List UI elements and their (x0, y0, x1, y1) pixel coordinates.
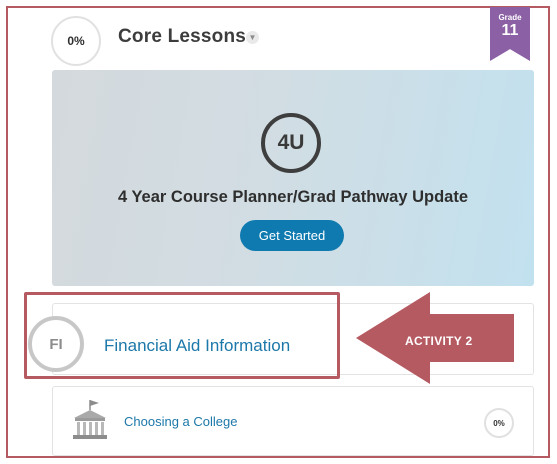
grade-label: Grade (498, 13, 522, 22)
grade-value: 11 (501, 22, 519, 39)
featured-lesson-card: 4U 4 Year Course Planner/Grad Pathway Up… (52, 70, 534, 286)
get-started-button[interactable]: Get Started (240, 220, 344, 251)
lesson-title-link[interactable]: Choosing a College (124, 414, 237, 429)
course-planner-badge: 4U (261, 113, 321, 173)
course-badge-text: 4U (277, 131, 305, 154)
chevron-down-icon[interactable]: ▼ (246, 31, 259, 44)
featured-lesson-title: 4 Year Course Planner/Grad Pathway Updat… (118, 188, 468, 206)
lesson-progress-value: 0% (493, 418, 505, 428)
college-building-icon (73, 400, 107, 439)
lesson-progress-indicator: 0% (484, 408, 514, 438)
section-progress-value: 0% (67, 34, 85, 48)
annotation-highlight-box (24, 292, 340, 379)
section-progress-indicator: 0% (51, 16, 101, 66)
annotation-label: ACTIVITY 2 (405, 334, 473, 348)
section-title: Core Lessons (118, 26, 247, 47)
